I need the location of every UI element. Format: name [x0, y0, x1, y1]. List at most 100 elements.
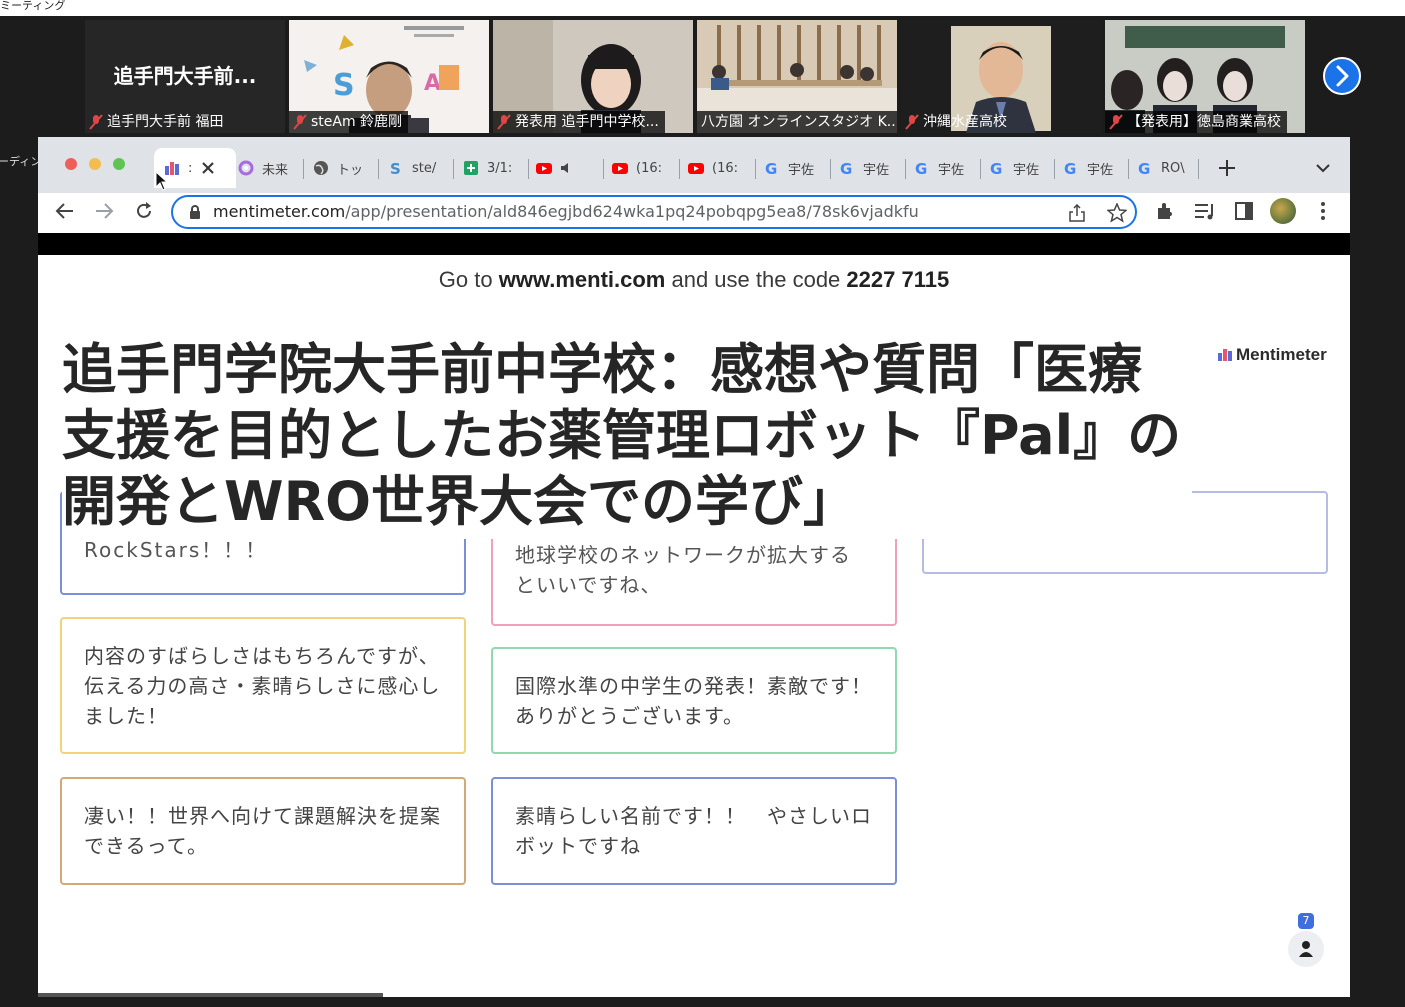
bookmark-star-icon[interactable] [1107, 203, 1127, 223]
reload-icon[interactable] [134, 201, 154, 221]
participant-name-tag: 追手門大手前 福田 [85, 111, 229, 133]
url-path: /app/presentation/ald846egjbd624wka1pq24… [345, 202, 919, 221]
youtube-icon [612, 163, 628, 174]
participant-name-tag: 八方園 オンラインスタジオ K... [697, 111, 897, 133]
participant-tile-3[interactable]: 発表用 追手門中学校... [493, 20, 693, 133]
youtube-icon [536, 163, 552, 174]
address-bar[interactable]: mentimeter.com/app/presentation/ald846eg… [171, 195, 1137, 229]
tab-label: (16: [636, 160, 662, 176]
participant-big-name: 追手門大手前... [113, 64, 257, 88]
speaker-icon [561, 163, 568, 173]
profile-avatar[interactable] [1270, 198, 1296, 224]
browser-menu-icon[interactable] [1320, 201, 1326, 221]
mentimeter-brand: Mentimeter [1218, 345, 1327, 365]
tab-label: 宇佐 [938, 162, 965, 178]
participant-tile-5[interactable]: 沖縄水産高校 [901, 20, 1101, 133]
url-text[interactable]: mentimeter.com/app/presentation/ald846eg… [213, 197, 919, 227]
google-icon: G [915, 160, 927, 176]
join-site: www.menti.com [498, 267, 666, 292]
shared-browser-window: : 未来 トッ S ste/ 3/1: (16: (16: G 宇佐 G 宇佐 … [38, 137, 1350, 997]
participant-name: 【発表用】徳島商業高校 [1127, 114, 1281, 130]
forward-icon[interactable] [94, 201, 114, 221]
youtube-icon [688, 163, 704, 174]
flower-icon [238, 160, 254, 176]
svg-text:S: S [333, 68, 355, 103]
participant-tile-2[interactable]: S A steAm 鈴鹿剛 [289, 20, 489, 133]
participant-name-tag: 発表用 追手門中学校... [493, 111, 665, 133]
participant-count-badge: 7 [1298, 913, 1314, 929]
response-text: 国際水準の中学生の発表！素敵です！ありがとうございます。 [515, 673, 872, 728]
media-control-icon[interactable] [1194, 201, 1216, 221]
tab-label: 3/1: [487, 160, 513, 176]
minimize-window-button[interactable] [89, 158, 101, 170]
horizontal-scrollbar[interactable] [38, 993, 383, 997]
tab-label: トッ [337, 162, 364, 178]
svg-text:G: G [765, 160, 777, 176]
zoom-title-strip: ミーティング [0, 0, 1405, 16]
extensions-icon[interactable] [1155, 201, 1175, 221]
response-text-partial: 地球学校のネットワークが拡大する [515, 543, 851, 567]
response-text: 凄い！！世界へ向けて課題解決を提案できるって。 [84, 804, 441, 858]
tab-14[interactable]: G RO\ [1137, 148, 1193, 188]
tab-5[interactable]: 3/1: [463, 148, 523, 188]
tab-10[interactable]: G 宇佐 [839, 148, 901, 188]
response-card: 凄い！！世界へ向けて課題解決を提案できるって。 [60, 777, 466, 885]
tab-label: 未来 [262, 162, 289, 178]
response-card: 素晴らしい名前です！！ やさしいロボットですね [491, 777, 897, 885]
tab-12[interactable]: G 宇佐 [989, 148, 1051, 188]
participant-name: 追手門大手前 福田 [107, 114, 224, 130]
globe-icon [314, 161, 328, 175]
close-tab-icon[interactable] [202, 162, 215, 174]
tab-6[interactable] [536, 148, 598, 188]
tab-label: 宇佐 [788, 162, 815, 178]
mic-muted-icon [497, 114, 511, 130]
tab-4[interactable]: S ste/ [388, 148, 448, 188]
response-text: 内容のすばらしさはもちろんですが、伝える力の高さ・素晴らしさに感心しました！ [84, 643, 441, 728]
tab-8[interactable]: (16: [688, 148, 750, 188]
person-icon [1299, 941, 1313, 957]
close-window-button[interactable] [65, 158, 77, 170]
svg-text:G: G [1138, 160, 1150, 176]
participant-tile-1[interactable]: 追手門大手前... 追手門大手前 福田 [85, 20, 285, 133]
back-icon[interactable] [55, 201, 75, 221]
response-card: 内容のすばらしさはもちろんですが、伝える力の高さ・素晴らしさに感心しました！ [60, 617, 466, 754]
participant-name-tag: steAm 鈴鹿剛 [289, 111, 409, 133]
chevron-right-icon [1336, 65, 1349, 87]
tab-label: : [188, 160, 193, 176]
mouse-cursor-icon [155, 171, 169, 191]
tab-9[interactable]: G 宇佐 [764, 148, 826, 188]
brand-text: Mentimeter [1236, 345, 1327, 364]
tab-3[interactable]: トッ [313, 148, 373, 188]
tab-label: 宇佐 [1087, 162, 1114, 178]
tab-13[interactable]: G 宇佐 [1063, 148, 1125, 188]
steam-s-icon: S [390, 160, 401, 176]
join-instructions: Go to www.menti.com and use the code 222… [38, 267, 1350, 293]
maximize-window-button[interactable] [113, 158, 125, 170]
participant-tile-4[interactable]: 八方園 オンラインスタジオ K... [697, 20, 897, 133]
participant-tile-6[interactable]: 【発表用】徳島商業高校 [1105, 20, 1305, 133]
lock-icon[interactable] [189, 205, 201, 219]
gallery-next-button[interactable] [1323, 57, 1361, 95]
svg-text:G: G [915, 160, 927, 176]
mic-muted-icon [1109, 114, 1123, 130]
tab-bar: : 未来 トッ S ste/ 3/1: (16: (16: G 宇佐 G 宇佐 … [38, 137, 1350, 193]
google-icon: G [765, 160, 777, 176]
google-icon: G [990, 160, 1002, 176]
participant-name: 沖縄水産高校 [923, 114, 1007, 130]
tab-7[interactable]: (16: [612, 148, 674, 188]
google-icon: G [1138, 160, 1150, 176]
tab-11[interactable]: G 宇佐 [914, 148, 976, 188]
svg-text:G: G [990, 160, 1002, 176]
tab-2[interactable]: 未来 [238, 148, 298, 188]
side-panel-icon[interactable] [1235, 202, 1253, 220]
svg-text:S: S [390, 160, 401, 176]
mentimeter-logo-icon [1218, 349, 1232, 361]
new-tab-button[interactable] [1218, 159, 1236, 177]
tab-search-chevron-icon[interactable] [1316, 163, 1330, 173]
svg-text:G: G [1064, 160, 1076, 176]
page-top-bar [38, 233, 1350, 255]
google-icon: G [1064, 160, 1076, 176]
share-icon[interactable] [1069, 204, 1085, 222]
participant-name-tag: 沖縄水産高校 [901, 111, 1013, 133]
response-text: といいですね、 [515, 573, 662, 597]
